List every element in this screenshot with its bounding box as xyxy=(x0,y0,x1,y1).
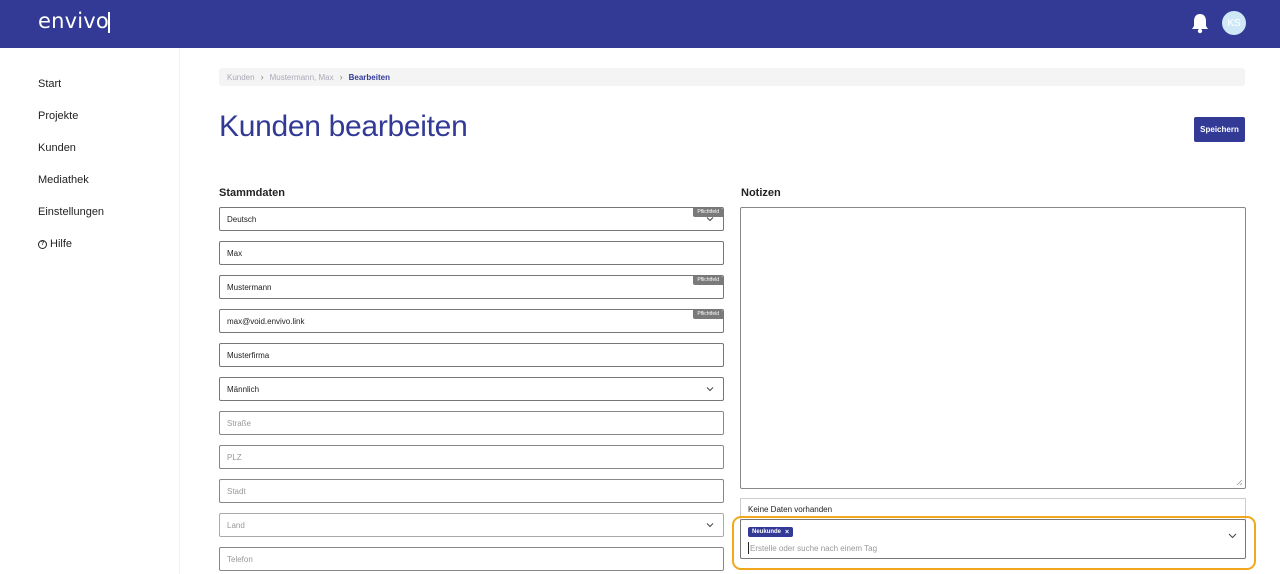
tag-label: Neukunde xyxy=(752,529,782,535)
phone-field[interactable]: Telefon xyxy=(219,547,724,571)
city-field[interactable]: Stadt xyxy=(219,479,724,503)
chevron-down-icon[interactable] xyxy=(1228,531,1237,540)
country-select[interactable]: Land xyxy=(219,513,724,537)
top-bar: envivo KS xyxy=(0,0,1280,48)
field-value: Max xyxy=(227,248,243,258)
logo-divider xyxy=(108,12,110,33)
sidebar-item-projekte[interactable]: Projekte xyxy=(38,110,78,122)
zip-field[interactable]: PLZ xyxy=(219,445,724,469)
section-title-stammdaten: Stammdaten xyxy=(219,187,286,199)
tag-dropdown-panel: Keine Daten vorhanden xyxy=(740,498,1246,520)
field-value: Mustermann xyxy=(227,282,272,292)
tag-remove-icon[interactable]: × xyxy=(785,529,789,536)
sidebar-item-mediathek[interactable]: Mediathek xyxy=(38,174,89,186)
tag-chip: Neukunde × xyxy=(748,527,794,537)
sidebar-item-kunden[interactable]: Kunden xyxy=(38,142,76,154)
field-value: Musterfirma xyxy=(227,350,270,360)
resize-handle-icon[interactable] xyxy=(1235,478,1243,486)
last-name-field[interactable]: Mustermann Pflichtfeld xyxy=(219,275,724,299)
tag-search-input[interactable] xyxy=(748,542,1218,554)
sidebar-item-hilfe[interactable]: ? Hilfe xyxy=(38,238,72,250)
section-title-notizen: Notizen xyxy=(741,187,781,199)
breadcrumb-item-kunden[interactable]: Kunden xyxy=(227,73,255,82)
field-value: max@void.envivo.link xyxy=(227,316,305,326)
sidebar-item-label: Start xyxy=(38,78,62,90)
sidebar-item-label: Kunden xyxy=(38,142,76,154)
street-field[interactable]: Straße xyxy=(219,411,724,435)
no-data-message: Keine Daten vorhanden xyxy=(748,505,833,514)
sidebar-item-label: Hilfe xyxy=(50,238,73,250)
sidebar-item-label: Mediathek xyxy=(38,174,89,186)
sidebar-item-label: Einstellungen xyxy=(38,206,105,218)
field-placeholder: Land xyxy=(227,520,245,530)
avatar[interactable]: KS xyxy=(1222,11,1246,35)
field-placeholder: Telefon xyxy=(227,554,253,564)
tag-select[interactable]: Neukunde × xyxy=(740,519,1246,559)
breadcrumb: Kunden › Mustermann, Max › Bearbeiten xyxy=(219,68,1245,86)
company-field[interactable]: Musterfirma xyxy=(219,343,724,367)
required-badge: Pflichtfeld xyxy=(693,276,723,285)
bell-icon[interactable] xyxy=(1190,12,1210,34)
breadcrumb-item-current: Bearbeiten xyxy=(348,72,390,82)
sidebar xyxy=(0,48,179,574)
chevron-down-icon xyxy=(706,523,714,528)
chevron-right-icon: › xyxy=(339,72,343,82)
field-placeholder: Straße xyxy=(227,418,252,428)
logo[interactable]: envivo xyxy=(38,9,109,33)
required-badge: Pflichtfeld xyxy=(693,310,723,319)
sidebar-item-einstellungen[interactable]: Einstellungen xyxy=(38,206,104,218)
notes-textarea[interactable] xyxy=(740,207,1246,489)
field-value: Deutsch xyxy=(227,214,257,224)
save-button[interactable]: Speichern xyxy=(1194,117,1245,142)
field-value: Männlich xyxy=(227,384,260,394)
language-select[interactable]: Deutsch Pflichtfeld xyxy=(219,207,724,231)
chevron-down-icon xyxy=(706,217,714,222)
page-title: Kunden bearbeiten xyxy=(219,110,468,143)
help-icon: ? xyxy=(38,239,47,249)
chevron-right-icon: › xyxy=(260,72,264,82)
first-name-field[interactable]: Max xyxy=(219,241,724,265)
chevron-down-icon xyxy=(706,387,714,392)
sidebar-item-label: Projekte xyxy=(38,110,79,122)
field-placeholder: Stadt xyxy=(227,486,246,496)
breadcrumb-item-customer[interactable]: Mustermann, Max xyxy=(270,73,334,82)
email-field[interactable]: max@void.envivo.link Pflichtfeld xyxy=(219,309,724,333)
field-placeholder: PLZ xyxy=(227,452,242,462)
gender-select[interactable]: Männlich xyxy=(219,377,724,401)
sidebar-item-start[interactable]: Start xyxy=(38,78,61,90)
